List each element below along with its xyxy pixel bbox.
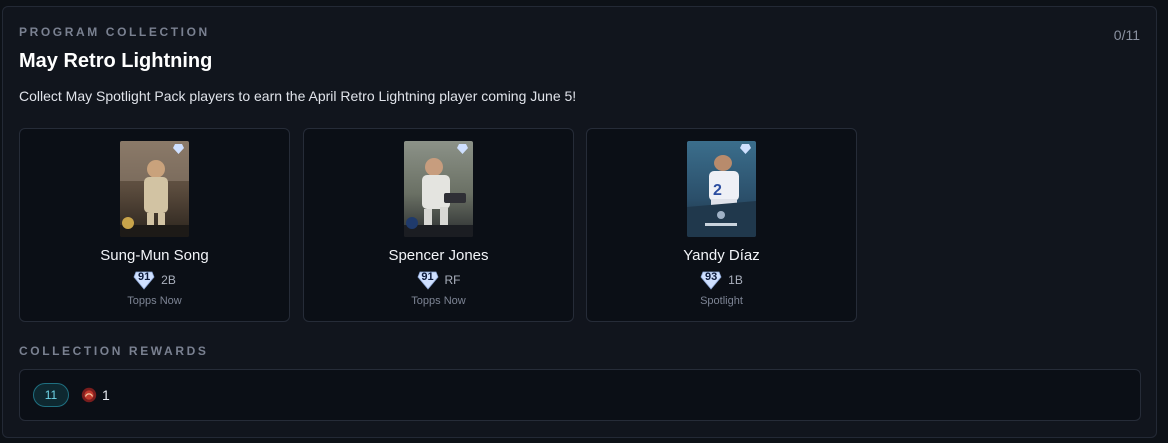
- player-card[interactable]: Spencer Jones 91 RF Topps Now: [303, 128, 574, 322]
- card-series: Topps Now: [127, 295, 182, 307]
- player-position: 1B: [728, 273, 743, 287]
- player-name: Yandy Díaz: [683, 247, 760, 264]
- player-card[interactable]: 2 Yandy Díaz 93 1B Spotlight: [586, 128, 857, 322]
- player-position: 2B: [161, 273, 176, 287]
- overall-rating: 91: [138, 271, 151, 283]
- section-eyebrow: PROGRAM COLLECTION: [19, 25, 210, 39]
- card-series: Topps Now: [411, 295, 466, 307]
- pack-icon[interactable]: [81, 387, 97, 403]
- player-name: Sung-Mun Song: [100, 247, 209, 264]
- diamond-rating-icon: 91: [417, 269, 439, 291]
- card-series: Spotlight: [700, 295, 743, 307]
- program-collection-panel: PROGRAM COLLECTION 0/11 May Retro Lightn…: [2, 6, 1157, 438]
- player-card[interactable]: Sung-Mun Song 91 2B Topps Now: [19, 128, 290, 322]
- diamond-rating-icon: 91: [133, 269, 155, 291]
- progress-counter: 0/11: [1113, 27, 1140, 43]
- rewards-row: 11 1: [19, 369, 1141, 421]
- rewards-heading: COLLECTION REWARDS: [19, 344, 209, 358]
- program-description: Collect May Spotlight Pack players to ea…: [19, 88, 577, 104]
- player-position: RF: [444, 273, 461, 287]
- player-card-image: 2: [687, 141, 756, 237]
- player-card-image: [120, 141, 189, 237]
- overall-rating: 93: [705, 271, 718, 283]
- player-card-image: [404, 141, 473, 237]
- reward-quantity: 1: [102, 387, 110, 403]
- svg-text:2: 2: [713, 182, 722, 199]
- program-title: May Retro Lightning: [19, 50, 213, 72]
- overall-rating: 91: [421, 271, 434, 283]
- diamond-rating-icon: 93: [700, 269, 722, 291]
- player-name: Spencer Jones: [388, 247, 489, 264]
- reward-requirement-badge: 11: [33, 383, 69, 407]
